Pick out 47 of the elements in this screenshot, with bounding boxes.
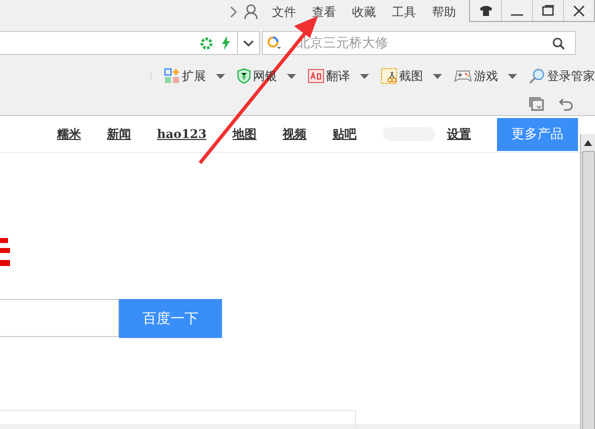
- caret-icon[interactable]: [216, 74, 225, 78]
- loading-icon: [200, 36, 213, 50]
- toolbar-button[interactable]: 游戏: [474, 68, 498, 84]
- nav-link[interactable]: 新闻: [107, 126, 131, 142]
- translate-icon[interactable]: [308, 69, 324, 83]
- menu-item[interactable]: 帮助: [432, 4, 456, 20]
- toolbar-button[interactable]: 截图: [399, 68, 423, 84]
- caret-icon[interactable]: [433, 74, 442, 78]
- scrollbar[interactable]: [580, 134, 595, 429]
- nav-link[interactable]: 地图: [232, 126, 257, 142]
- restore-icon: [542, 5, 554, 16]
- lightning-icon[interactable]: [221, 36, 231, 50]
- caret-icon[interactable]: [360, 74, 369, 78]
- tabs-icon[interactable]: [529, 97, 545, 111]
- nav-link[interactable]: 视频: [282, 126, 307, 142]
- search-icon[interactable]: [552, 36, 565, 50]
- nav-link[interactable]: 贴吧: [332, 126, 357, 142]
- shirt-icon: [480, 6, 492, 16]
- caret-icon[interactable]: [508, 74, 517, 78]
- menu-item[interactable]: 文件: [272, 4, 296, 20]
- shield-icon[interactable]: [237, 68, 251, 84]
- dropdown-button[interactable]: [238, 31, 260, 55]
- close-icon: [573, 4, 585, 16]
- menu-item[interactable]: 工具: [392, 4, 416, 20]
- chevron-down-icon: [243, 40, 254, 46]
- nav-link[interactable]: 设置: [446, 126, 471, 142]
- menu-item[interactable]: 收藏: [352, 4, 376, 20]
- scroll-thumb[interactable]: [582, 151, 594, 429]
- minimize-icon: [511, 14, 523, 16]
- toolbar-button[interactable]: 翻译: [326, 68, 350, 84]
- nav-link[interactable]: hao123: [157, 127, 207, 141]
- screenshot-icon[interactable]: [381, 68, 397, 84]
- magnifier-icon[interactable]: [529, 68, 545, 84]
- nav-link[interactable]: 糯米: [57, 126, 81, 142]
- caret-icon[interactable]: [287, 74, 296, 78]
- toolbar-button[interactable]: 扩展: [182, 68, 206, 84]
- search-engine-icon[interactable]: [267, 36, 283, 50]
- logo-fragment: [0, 236, 10, 268]
- address-field[interactable]: [0, 31, 238, 55]
- gamepad-icon[interactable]: [454, 69, 472, 83]
- expand-icon[interactable]: [230, 6, 238, 18]
- grid-icon[interactable]: [164, 68, 180, 84]
- toolbar-button[interactable]: 登录管家: [547, 68, 595, 84]
- menu-item[interactable]: 查看: [312, 4, 336, 20]
- scroll-up-icon[interactable]: [584, 140, 592, 146]
- undo-icon[interactable]: [559, 97, 573, 111]
- user-icon[interactable]: [244, 4, 258, 20]
